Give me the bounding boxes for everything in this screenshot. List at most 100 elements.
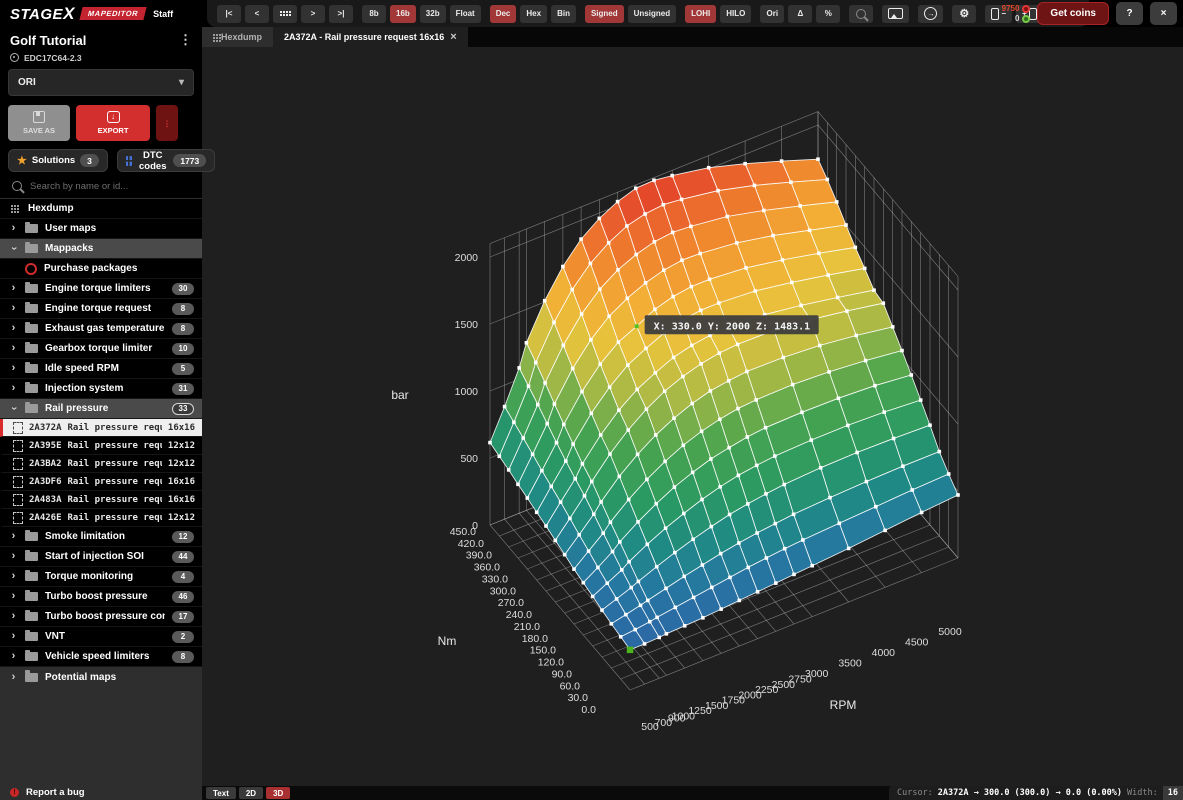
chevron-collapsed-icon[interactable]: › [9, 303, 18, 314]
nav-prev-button[interactable]: < [245, 4, 269, 23]
view-percent-button[interactable]: % [816, 4, 841, 23]
chevron-collapsed-icon[interactable]: › [9, 671, 18, 682]
map-preview-button[interactable] [882, 4, 910, 23]
cursor-cell-marker[interactable] [626, 646, 634, 654]
chevron-collapsed-icon[interactable]: › [9, 611, 18, 622]
tab-hexdump-label: Hexdump [221, 32, 263, 42]
get-coins-button[interactable]: Get coins [1037, 2, 1109, 25]
chevron-collapsed-icon[interactable]: › [9, 363, 18, 374]
nav-next-button[interactable]: > [301, 4, 325, 23]
nav-first-button[interactable]: |< [217, 4, 241, 23]
folder-exhaust-gas-temperature-egt[interactable]: › Exhaust gas temperature EGT 8 [0, 319, 202, 339]
map-item-2A3DF6[interactable]: 2A3DF6 Rail pressure request 16x16 [0, 473, 202, 491]
cursor-label: Cursor: [896, 788, 933, 798]
wordsize-16b-button[interactable]: 16b [390, 4, 416, 23]
svg-text:bar: bar [391, 388, 408, 402]
chevron-collapsed-icon[interactable]: › [9, 283, 18, 294]
red-coins-amount: 9750 [1001, 4, 1020, 13]
folder-mappacks[interactable]: › Mappacks [0, 239, 202, 259]
chevron-collapsed-icon[interactable]: › [9, 323, 18, 334]
report-bug-link[interactable]: ! Report a bug [0, 785, 202, 800]
base-dec-button[interactable]: Dec [489, 4, 517, 23]
wordsize-float-button[interactable]: Float [449, 4, 481, 23]
folder-engine-torque-limiters[interactable]: › Engine torque limiters 30 [0, 279, 202, 299]
chevron-collapsed-icon[interactable]: › [9, 531, 18, 542]
chevron-expanded-icon[interactable]: › [8, 244, 20, 253]
map-item-2A3BA2[interactable]: 2A3BA2 Rail pressure request 12x12 [0, 455, 202, 473]
item-label: Hexdump [28, 203, 74, 214]
chevron-collapsed-icon[interactable]: › [9, 383, 18, 394]
folder-smoke-limitation[interactable]: › Smoke limitation 12 [0, 527, 202, 547]
folder-potential-maps[interactable]: › Potential maps [0, 667, 202, 687]
map-item-2A395E[interactable]: 2A395E Rail pressure request 12x12 [0, 437, 202, 455]
settings-button[interactable]: ⚙ [952, 4, 977, 23]
grid-view-button[interactable] [273, 4, 297, 23]
search-button[interactable] [849, 4, 874, 23]
dtc-codes-button[interactable]: DTC codes 1773 [116, 149, 216, 172]
tab-hexdump[interactable]: Hexdump [202, 27, 274, 47]
map-size: 16x16 [167, 476, 195, 487]
map-3d-view[interactable]: 0 500 1000 1500 2000 0.0 30.0 60.0 90.0 120.0 150.… [202, 47, 1183, 786]
folder-turbo-boost-pressure-control[interactable]: › Turbo boost pressure control 17 [0, 607, 202, 627]
tab-close-icon[interactable]: × [450, 31, 456, 43]
search-input[interactable]: Search by name or id... [0, 174, 202, 199]
unsigned-button[interactable]: Unsigned [627, 4, 677, 23]
sidebar-item-hexdump[interactable]: Hexdump [0, 199, 202, 219]
chevron-collapsed-icon[interactable]: › [9, 551, 18, 562]
folder-user-maps[interactable]: › User maps [0, 219, 202, 239]
folder-gearbox-torque-limiter[interactable]: › Gearbox torque limiter 10 [0, 339, 202, 359]
chevron-collapsed-icon[interactable]: › [9, 591, 18, 602]
tab-active-map[interactable]: 2A372A - Rail pressure request 16x16 × [273, 27, 468, 47]
sidebar-item-purchase-packages[interactable]: Purchase packages [0, 259, 202, 279]
folder-injection-system[interactable]: › Injection system 31 [0, 379, 202, 399]
export-button[interactable]: ↓ EXPORT [76, 105, 150, 141]
folder-vnt[interactable]: › VNT 2 [0, 627, 202, 647]
more-actions-button[interactable]: ⋮ [156, 105, 178, 141]
folder-engine-torque-request[interactable]: › Engine torque request 8 [0, 299, 202, 319]
goto-button[interactable]: → [918, 4, 944, 23]
chevron-collapsed-icon[interactable]: › [9, 651, 18, 662]
view-3d-button[interactable]: 3D [266, 787, 291, 799]
map-item-2A426E[interactable]: 2A426E Rail pressure request 12x12 [0, 509, 202, 527]
folder-turbo-boost-pressure[interactable]: › Turbo boost pressure 46 [0, 587, 202, 607]
version-select[interactable]: ORI ▾ [8, 69, 194, 96]
toolbar-group: Dec Hex Bin [489, 4, 576, 23]
folder-rail-pressure[interactable]: › Rail pressure 33 [0, 399, 202, 419]
search-icon [12, 181, 22, 191]
count-badge: 8 [172, 322, 194, 335]
signed-button[interactable]: Signed [584, 4, 624, 23]
base-bin-button[interactable]: Bin [551, 4, 576, 23]
folder-vehicle-speed-limiters[interactable]: › Vehicle speed limiters 8 [0, 647, 202, 667]
folder-torque-monitoring[interactable]: › Torque monitoring 4 [0, 567, 202, 587]
folder-idle-speed-rpm[interactable]: › Idle speed RPM 5 [0, 359, 202, 379]
view-text-button[interactable]: Text [206, 787, 236, 799]
map-item-2A372A[interactable]: 2A372A Rail pressure request 16x16 [0, 419, 202, 437]
folder-label: Vehicle speed limiters [45, 651, 150, 662]
view-ori-button[interactable]: Ori [760, 4, 785, 23]
wordsize-8b-button[interactable]: 8b [362, 4, 386, 23]
count-badge: 44 [172, 550, 194, 563]
svg-text:150.0: 150.0 [530, 645, 556, 657]
chevron-expanded-icon[interactable]: › [8, 404, 20, 413]
solutions-button[interactable]: ★ Solutions 3 [8, 149, 108, 172]
save-as-button[interactable]: SAVE AS [8, 105, 70, 141]
base-hex-button[interactable]: Hex [520, 4, 548, 23]
svg-text:300.0: 300.0 [490, 585, 516, 597]
endian-hilo-button[interactable]: HILO [720, 4, 752, 23]
project-menu-button[interactable]: ⋮ [179, 32, 192, 48]
chevron-collapsed-icon[interactable]: › [9, 223, 18, 234]
svg-text:330.0: 330.0 [482, 573, 508, 585]
chevron-collapsed-icon[interactable]: › [9, 631, 18, 642]
close-button[interactable]: × [1150, 2, 1177, 25]
chevron-collapsed-icon[interactable]: › [9, 343, 18, 354]
nav-last-button[interactable]: >| [329, 4, 353, 23]
view-2d-button[interactable]: 2D [238, 787, 264, 799]
count-badge: 8 [172, 650, 194, 663]
map-item-2A483A[interactable]: 2A483A Rail pressure request 16x16 [0, 491, 202, 509]
view-delta-button[interactable]: Δ [788, 4, 813, 23]
folder-start-of-injection-soi[interactable]: › Start of injection SOI 44 [0, 547, 202, 567]
endian-lohi-button[interactable]: LOHI [685, 4, 717, 23]
help-button[interactable]: ? [1116, 2, 1143, 25]
wordsize-32b-button[interactable]: 32b [419, 4, 446, 23]
chevron-collapsed-icon[interactable]: › [9, 571, 18, 582]
